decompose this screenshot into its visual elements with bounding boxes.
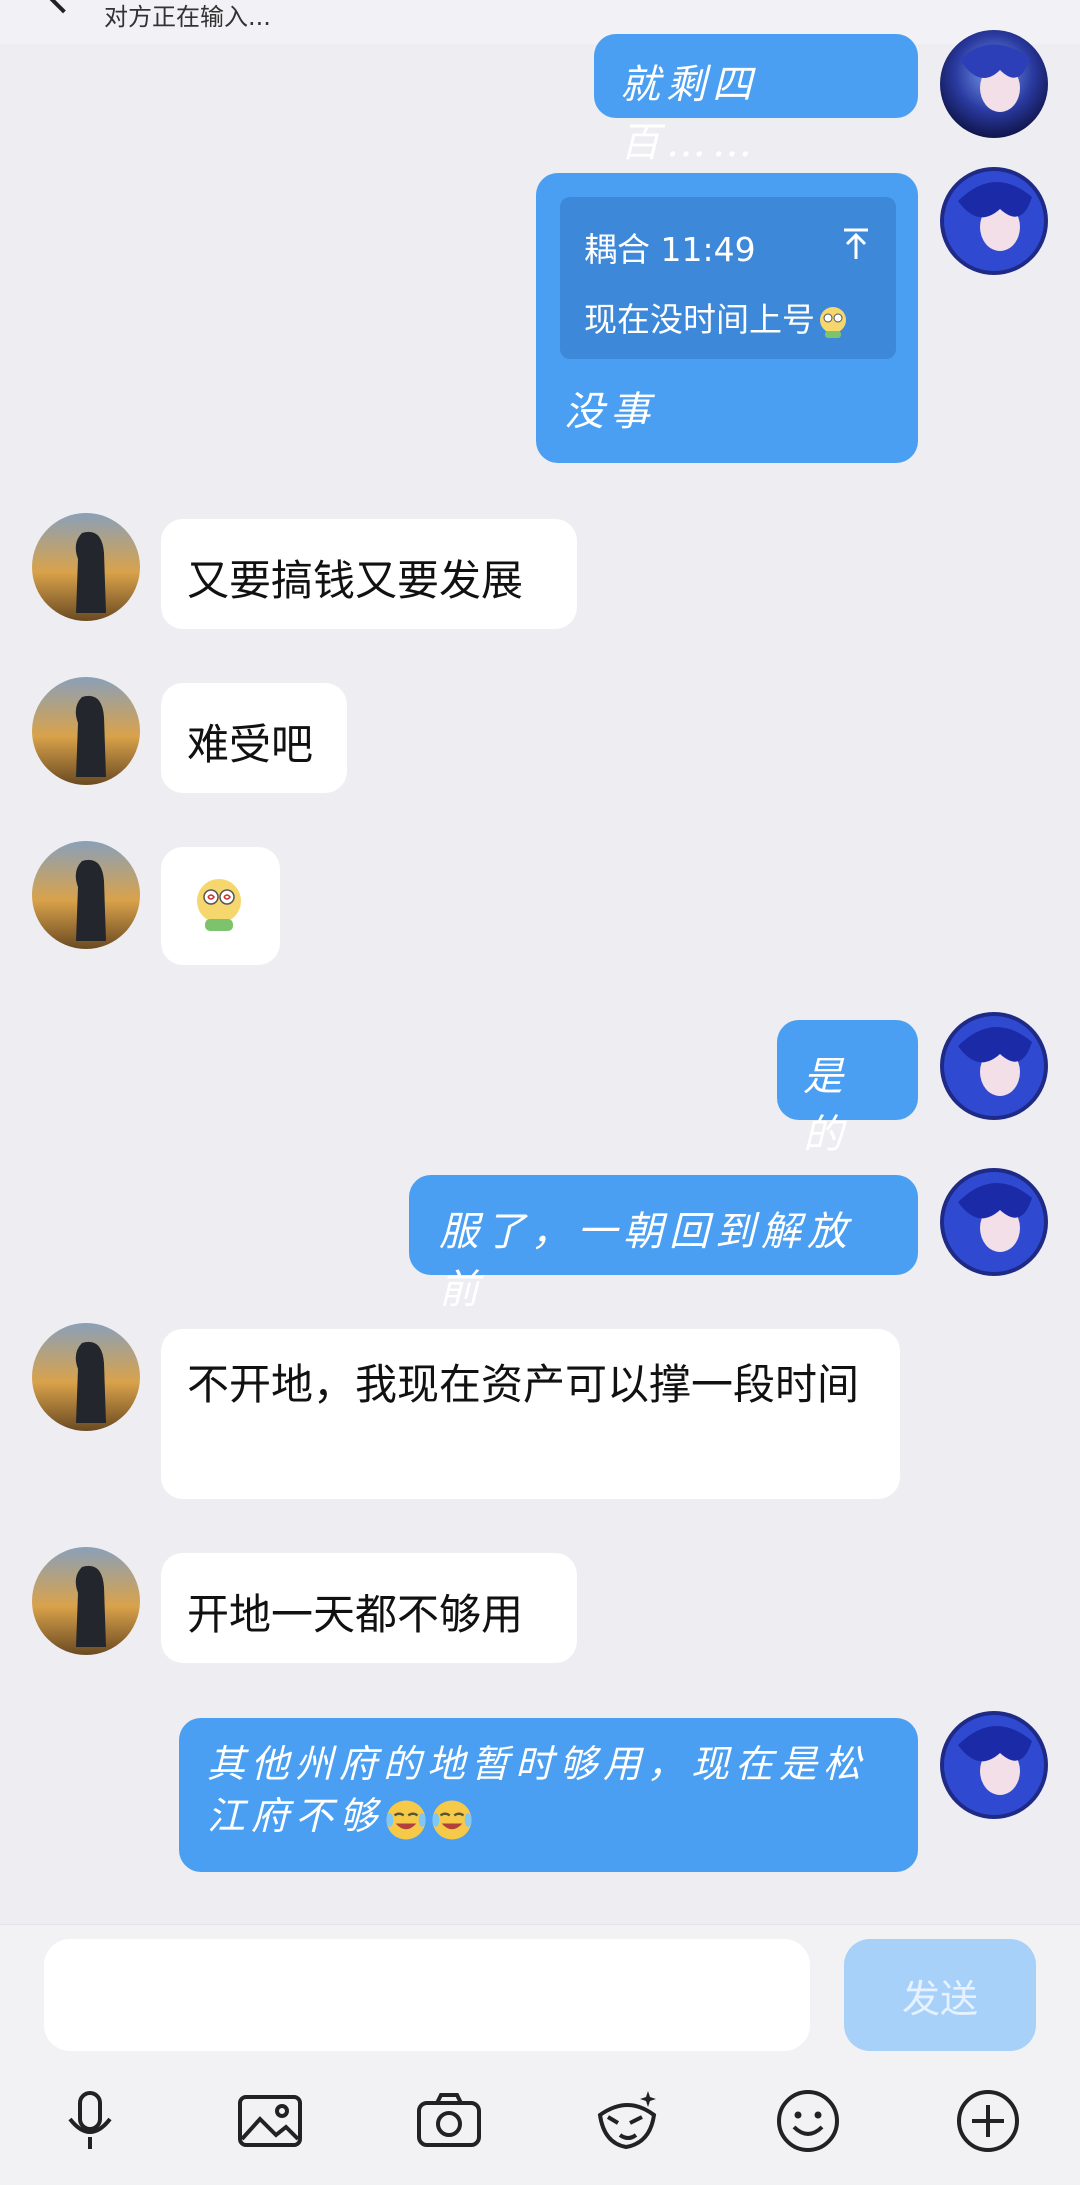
- message-list[interactable]: 就剩四百…… 耦合 11:49 现在没时间上号 没事 又要搞钱又要发展 难受吧: [0, 30, 1080, 1924]
- contact-avatar[interactable]: [32, 1323, 140, 1431]
- dizzy-face-emoji: [197, 879, 241, 931]
- dizzy-face-icon: [820, 306, 846, 338]
- jump-to-top-icon[interactable]: [842, 227, 870, 261]
- message-text: 难受吧: [187, 720, 314, 769]
- quoted-message[interactable]: 耦合 11:49 现在没时间上号: [560, 197, 896, 359]
- contact-avatar[interactable]: [32, 513, 140, 621]
- composer: 发送: [0, 1924, 1080, 2185]
- contact-avatar[interactable]: [32, 1547, 140, 1655]
- message-text: 又要搞钱又要发展: [187, 556, 524, 605]
- message-bubble-outgoing[interactable]: 耦合 11:49 现在没时间上号 没事: [536, 173, 918, 463]
- message-text: 服了，一朝回到解放前: [439, 1209, 853, 1313]
- message-text: 其他州府的地暂时够用，现在是松江府不够: [207, 1742, 868, 1838]
- contact-avatar[interactable]: [32, 841, 140, 949]
- typing-status: 对方正在输入...: [104, 3, 271, 31]
- my-avatar[interactable]: [940, 167, 1048, 275]
- message-bubble-incoming[interactable]: 又要搞钱又要发展: [161, 519, 577, 629]
- sticker-icon[interactable]: [592, 2085, 664, 2157]
- message-bubble-incoming[interactable]: 开地一天都不够用: [161, 1553, 577, 1663]
- contact-avatar[interactable]: [32, 677, 140, 785]
- message-bubble-incoming[interactable]: [161, 847, 280, 965]
- message-bubble-outgoing[interactable]: 其他州府的地暂时够用，现在是松江府不够: [179, 1718, 918, 1872]
- laugh-cry-emoji: [432, 1799, 472, 1840]
- send-button-label: 发送: [901, 1976, 978, 2021]
- my-avatar[interactable]: [940, 30, 1048, 138]
- chat-header: 对方正在输入...: [0, 0, 1080, 44]
- message-bubble-incoming[interactable]: 难受吧: [161, 683, 347, 793]
- microphone-icon[interactable]: [54, 2085, 126, 2157]
- send-button[interactable]: 发送: [844, 1939, 1036, 2051]
- message-text: 开地一天都不够用: [187, 1590, 524, 1639]
- message-text: 是的: [803, 1054, 849, 1158]
- my-avatar[interactable]: [940, 1711, 1048, 1819]
- plus-icon[interactable]: [952, 2085, 1024, 2157]
- message-text: 不开地，我现在资产可以撑一段时间: [187, 1360, 860, 1409]
- message-input[interactable]: [44, 1939, 810, 2051]
- my-avatar[interactable]: [940, 1012, 1048, 1120]
- message-text: 没事: [564, 389, 656, 435]
- message-text: 就剩四百……: [620, 62, 758, 166]
- camera-icon[interactable]: [413, 2085, 485, 2157]
- quote-text: 现在没时间上号: [584, 293, 851, 341]
- message-bubble-outgoing[interactable]: 服了，一朝回到解放前: [409, 1175, 918, 1313]
- emoji-icon[interactable]: [772, 2085, 844, 2157]
- my-avatar[interactable]: [940, 1168, 1048, 1276]
- message-bubble-incoming[interactable]: 不开地，我现在资产可以撑一段时间: [161, 1329, 900, 1499]
- image-icon[interactable]: [234, 2085, 306, 2157]
- message-bubble-outgoing[interactable]: 是的: [777, 1020, 918, 1158]
- back-chevron-icon[interactable]: [44, 0, 82, 14]
- laugh-cry-emoji: [386, 1799, 426, 1840]
- quote-meta: 耦合 11:49: [584, 230, 756, 269]
- message-bubble-outgoing[interactable]: 就剩四百……: [594, 34, 918, 166]
